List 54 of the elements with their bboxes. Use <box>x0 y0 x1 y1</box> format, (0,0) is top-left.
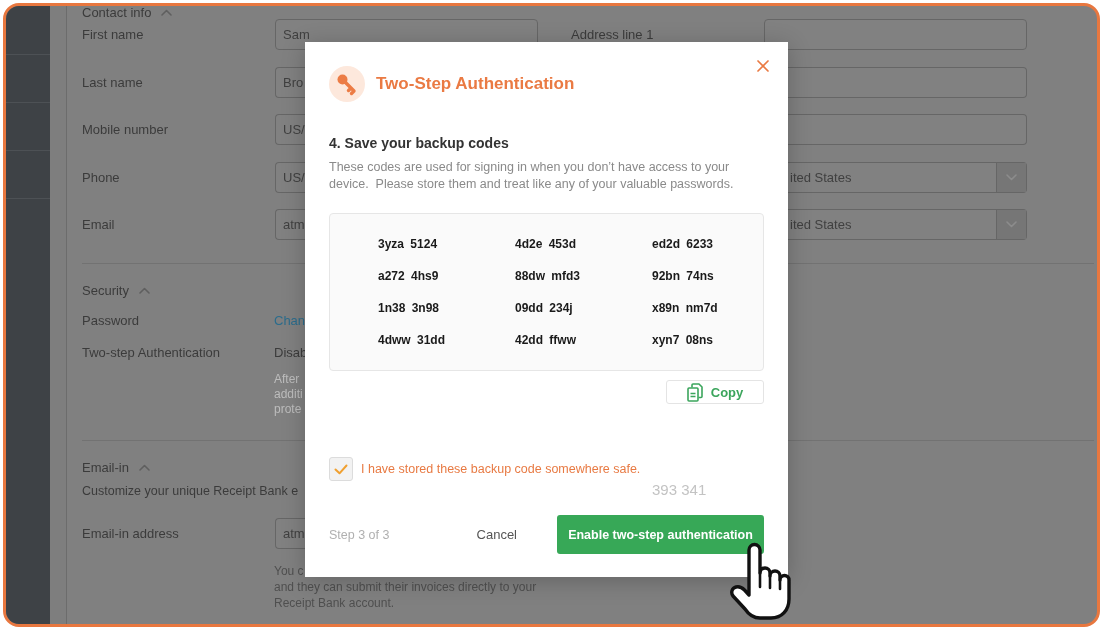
input-field[interactable] <box>764 19 1027 50</box>
backup-code: x89n nm7d <box>652 301 718 315</box>
input-field[interactable]: atm <box>275 518 305 549</box>
input-field[interactable]: US/ <box>275 161 305 193</box>
backup-code: 1n38 3n98 <box>378 301 440 315</box>
field-label: Two-step Authentication <box>82 345 221 361</box>
chevron-up-icon[interactable] <box>138 463 150 471</box>
backup-code: xyn7 08ns <box>652 333 714 347</box>
section-title: Email-in <box>82 460 129 474</box>
input-field[interactable] <box>788 66 1027 98</box>
chevron-up-icon[interactable] <box>161 9 173 16</box>
dialog-title: Two-Step Authentication <box>376 74 575 94</box>
backup-code: 42dd ffww <box>515 333 576 347</box>
input-field[interactable]: Bro <box>275 66 305 98</box>
select-field[interactable]: ited States <box>788 209 1027 240</box>
section-title: Contact info <box>82 6 152 19</box>
key-icon <box>329 66 365 102</box>
field-label: Phone <box>82 169 120 185</box>
backup-code: 88dw mfd3 <box>515 269 580 283</box>
backup-code: 4d2e 453d <box>515 237 577 251</box>
checkmark-icon <box>334 463 348 475</box>
checkbox[interactable] <box>329 457 353 481</box>
field-label: Mobile number <box>82 122 168 137</box>
cancel-button[interactable]: Cancel <box>472 519 521 550</box>
select-field[interactable]: ited States <box>788 161 1027 193</box>
enable-button[interactable]: Enable two-step authentication <box>557 515 764 554</box>
input-field[interactable]: atm <box>275 209 305 240</box>
field-label: Email-in address <box>82 526 179 541</box>
close-button[interactable] <box>757 60 769 72</box>
number-text: 393 341 <box>652 481 707 498</box>
backup-code: ed2d 6233 <box>652 237 714 251</box>
help-text: After additi prote <box>274 372 303 417</box>
backup-code: a272 4hs9 <box>378 269 439 283</box>
field-label: Email <box>82 217 115 232</box>
field-label: Last name <box>82 74 143 90</box>
step-heading: 4. Save your backup codes <box>329 134 509 152</box>
copy-button[interactable]: Copy <box>666 380 764 404</box>
input-field[interactable]: US/ <box>275 114 305 145</box>
chevron-up-icon[interactable] <box>138 286 150 294</box>
input-field[interactable] <box>788 114 1027 145</box>
dialog-description: These codes are used for signing in when you don’t have access to your device. Please store them and treat like any of your valuable passwords. <box>329 159 735 193</box>
password-link[interactable]: Chan <box>274 313 306 329</box>
field-label: First name <box>82 27 144 42</box>
section-description: Customize your unique Receipt Bank e <box>82 483 299 499</box>
field-label: Address line 1 <box>571 27 654 42</box>
backup-code: 3yza 5124 <box>378 237 438 251</box>
step-indicator: Step 3 of 3 <box>329 527 390 542</box>
backup-code: 4dww 31dd <box>378 333 445 347</box>
checkbox-label: I have stored these backup code somewhere safe. <box>361 462 641 476</box>
copy-icon[interactable] <box>686 382 703 402</box>
field-label: Password <box>82 313 140 329</box>
backup-code: 92bn 74ns <box>652 269 714 283</box>
backup-code: 09dd 234j <box>515 301 573 315</box>
section-title: Security <box>82 283 129 297</box>
